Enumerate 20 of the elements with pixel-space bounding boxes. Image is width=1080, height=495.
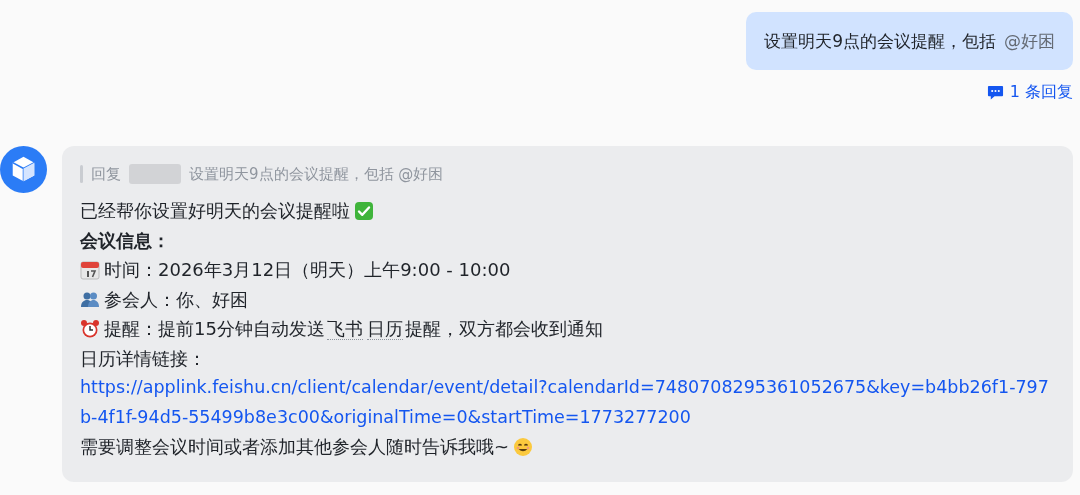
message-text: 参会人：你、好困 [104,287,248,312]
message-text: 时间：2026年3月12日（明天）上午9:00 - 10:00 [104,258,511,282]
check-mark-icon [354,200,374,221]
message-text: 日历详情链接： [80,346,206,371]
section-heading: 会议信息： [80,228,170,253]
message-text: 提醒：提前15分钟自动发送飞书 日历提醒，双方都会收到通知 [104,317,603,342]
quote-label: 回复 [91,164,121,184]
mention-link[interactable]: @好困 [1004,29,1055,53]
smiling-face-icon [513,436,534,457]
calendar-icon [80,259,100,280]
quote-text: 设置明天9点的会议提醒，包括 @好困 [189,164,444,184]
alarm-clock-icon [80,318,100,339]
message-text: 已经帮你设置好明天的会议提醒啦 [80,199,350,223]
blurred-name [129,164,181,184]
comment-icon [986,84,1004,101]
message-text: 设置明天9点的会议提醒，包括 [764,29,996,53]
message-text: 需要调整会议时间或者添加其他参会人随时告诉我哦~ [80,435,510,459]
avatar-cube-icon [0,146,47,193]
reply-count-link[interactable]: 1 条回复 [986,82,1073,103]
calendar-link[interactable]: https://applink.feishu.cn/client/calendar/event/detail?calendarId=7480708295361052675&key=b4bb26f1-797b-4f1f-94d5-55499b8e3c00&originalTime=0&startTime=1773277200 [80,373,1055,432]
